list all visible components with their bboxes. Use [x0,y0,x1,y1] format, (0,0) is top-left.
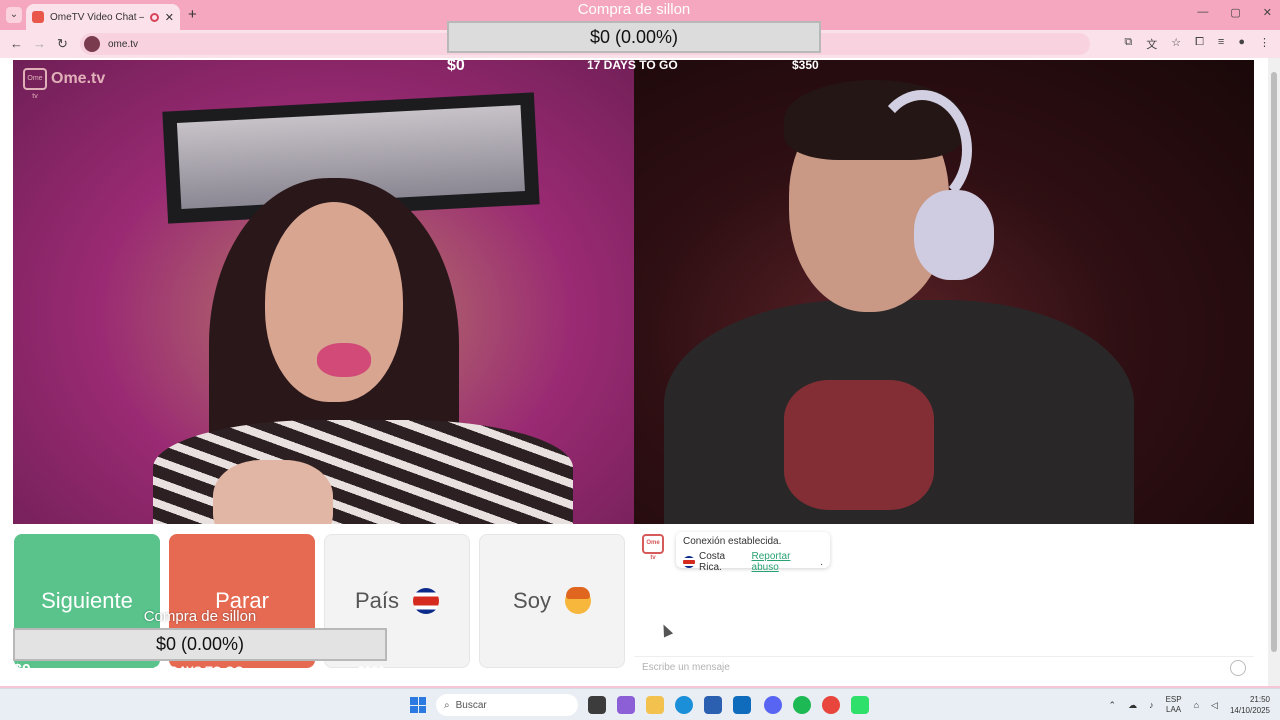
ometv-logo-icon: Ome tv [23,68,47,100]
minimize-button[interactable]: — [1197,6,1208,19]
file-explorer-icon[interactable] [646,696,664,714]
window-controls: — ▢ ✕ [1197,6,1272,19]
chat-input-placeholder[interactable]: Escribe un mensaje [642,662,1230,673]
report-abuse-link[interactable]: Reportar abuso [752,551,817,573]
edge-icon[interactable] [675,696,693,714]
tray-app-icon[interactable]: ☁ [1128,700,1137,711]
copilot-icon[interactable] [617,696,635,714]
windows-start-icon[interactable] [410,697,426,713]
goal-target-bottom: $350 [358,664,385,678]
keyboard-layout: LAA [1166,705,1182,714]
extensions-icon[interactable]: ⧠ [1195,36,1204,52]
goal-progress-text-top: $0 (0.00%) [589,26,679,47]
language-code: ESP [1165,695,1182,704]
emoji-boy-icon [564,587,591,614]
chrome-icon[interactable] [822,696,840,714]
goal-title-bottom: Compra de sillon [143,608,257,625]
scrollbar-thumb[interactable] [1271,72,1277,652]
tab-close-icon[interactable]: ✕ [165,11,174,24]
costa-rica-flag-icon [413,588,440,614]
remote-video [634,60,1254,524]
close-window-button[interactable]: ✕ [1263,6,1272,19]
system-message: Conexión establecida. Costa Rica. Report… [676,532,830,573]
forward-icon[interactable]: → [33,36,46,51]
goal-days-top: 17 DAYS TO GO [587,58,678,72]
tab-title: OmeTV Video Chat — Ome [50,11,144,23]
screen: ⌄ OmeTV Video Chat — Ome ✕ + — ▢ ✕ ← → ↻… [0,0,1280,720]
goal-progress-bar-top: $0 (0.00%) [447,21,821,53]
goal-days-bottom: 17 DAYS TO GO [153,664,244,678]
local-video: Ome tv Ome.tv [13,60,634,524]
gender-button[interactable]: Soy [479,534,625,668]
goal-target-top: $350 [792,58,819,72]
ometv-brand-text: Ome.tv [51,70,106,87]
smiley-icon[interactable] [1230,659,1246,676]
media-icon[interactable]: ≡ [1218,36,1224,52]
goal-progress-text-bottom: $0 (0.00%) [155,634,245,654]
store-icon[interactable] [704,696,722,714]
costa-rica-flag-icon [683,556,695,568]
toolbar-icons: ⧉ 文 ☆ ⧠ ≡ ● ⋮ [1124,36,1270,52]
discord-icon[interactable] [764,696,782,714]
mouse-cursor-icon [658,622,674,638]
recording-icon [149,12,159,22]
site-info-icon[interactable] [84,36,100,52]
goal-progress-bar-bottom: $0 (0.00%) [13,628,387,661]
search-icon: ⌕ [444,699,450,711]
goal-raised-bottom: $0 [13,662,31,679]
url-text[interactable]: ome.tv [108,39,138,50]
clock[interactable]: 21:50 14/10/2025 [1230,694,1270,716]
network-icon[interactable]: ⌂ [1194,700,1199,710]
language-indicator[interactable]: ESP LAA [1166,695,1182,715]
page-scrollbar[interactable] [1268,58,1280,686]
ometv-logo: Ome tv Ome.tv [23,68,106,100]
partner-country: Costa Rica. [699,551,726,573]
taskbar-search-placeholder: Buscar [455,699,487,711]
spotify-icon[interactable] [793,696,811,714]
star-icon[interactable]: ☆ [1171,36,1181,52]
maximize-button[interactable]: ▢ [1230,6,1240,19]
clock-date: 14/10/2025 [1229,706,1270,715]
goal-title-top: Compra de sillon [577,1,691,18]
new-tab-button[interactable]: + [188,6,197,23]
outlook-icon[interactable] [733,696,751,714]
clock-time: 21:50 [1249,695,1270,704]
chat-input[interactable]: Escribe un mensaje [634,656,1254,678]
profile-avatar[interactable]: ● [1238,36,1245,52]
gender-button-label: Soy [513,588,551,613]
chat-panel: Ome tv Conexión establecida. Costa Rica.… [634,524,1254,680]
system-tray: ⌃ ☁ ♪ ESP LAA ⌂ ◁ 21:50 14/10/2025 [1109,694,1270,716]
task-view-icon[interactable] [588,696,606,714]
ometv-favicon-icon [32,11,44,23]
obs-app-icon[interactable] [851,696,869,714]
install-app-icon[interactable]: ⧉ [1124,36,1132,52]
reload-icon[interactable]: ↻ [57,36,68,52]
tab-search-menu-icon[interactable]: ⌄ [6,7,22,23]
microphone-icon[interactable]: ♪ [1149,700,1154,710]
volume-icon[interactable]: ◁ [1211,700,1218,711]
ometv-page: Ome tv Ome.tv Siguiente Parar País Soy O… [0,58,1280,686]
browser-tab-ometv[interactable]: OmeTV Video Chat — Ome ✕ [26,4,180,30]
headphones [914,190,994,280]
report-suffix: . [820,556,823,568]
ometv-chat-logo-icon: Ome tv [642,534,664,561]
menu-icon[interactable]: ⋮ [1259,36,1270,52]
windows-taskbar: ⌕ Buscar ⌃ ☁ ♪ ESP LAA ⌂ ◁ 21:50 14/10/2… [0,688,1280,720]
goal-raised-top: $0 [447,57,465,74]
back-icon[interactable]: ← [10,36,23,51]
taskbar-search[interactable]: ⌕ Buscar [436,694,578,716]
tray-overflow-icon[interactable]: ⌃ [1109,700,1117,711]
connection-message: Conexión establecida. [683,536,782,547]
translate-icon[interactable]: 文 [1146,36,1157,52]
